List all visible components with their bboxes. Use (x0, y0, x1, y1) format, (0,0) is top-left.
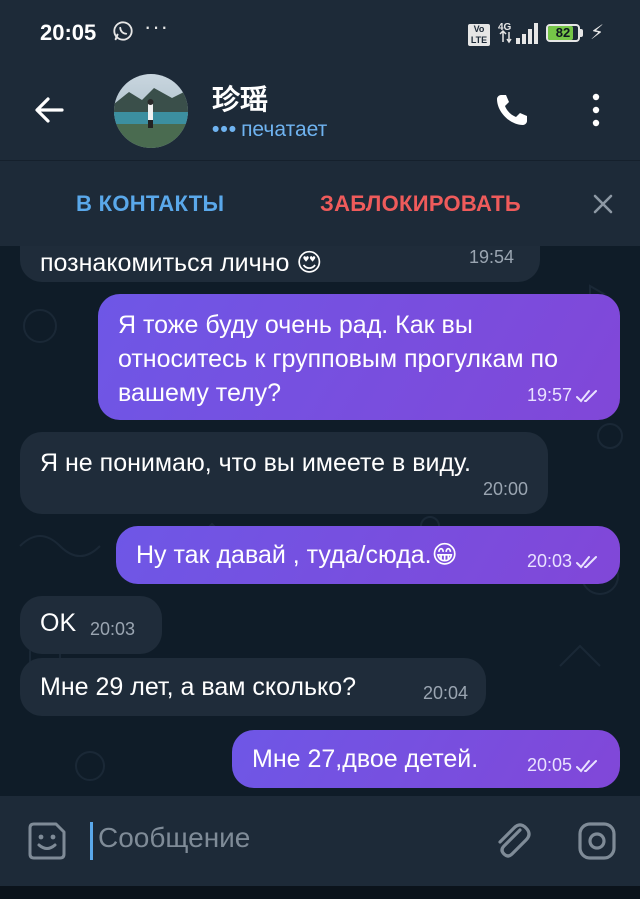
camera-icon[interactable] (576, 820, 618, 862)
message-outgoing[interactable]: Мне 27,двое детей. 20:05 (232, 730, 620, 788)
network-label: 4G (498, 22, 512, 33)
contact-name: 珍瑶 (212, 84, 269, 115)
message-time: 19:57 (526, 385, 572, 405)
whatsapp-icon (113, 21, 133, 41)
message-time: 20:00 (482, 479, 528, 499)
message-time: 20:03 (526, 551, 572, 571)
phone-icon[interactable] (492, 90, 532, 130)
typing-status: ••• печатает (212, 118, 327, 142)
volte-icon: Vo LTE (468, 24, 490, 46)
block-button[interactable]: ЗАБЛОКИРОВАТЬ (320, 191, 521, 217)
more-dots-icon: ··· (144, 14, 169, 39)
message-time: 20:05 (526, 755, 572, 775)
add-contact-button[interactable]: В КОНТАКТЫ (76, 191, 224, 217)
chat-area[interactable]: познакомиться лично 😍 19:54 Я тоже буду … (0, 246, 640, 796)
double-check-icon (576, 390, 597, 403)
emoji-sticker-icon[interactable] (26, 820, 68, 862)
system-navigation-bar (0, 886, 640, 899)
message-text: познакомиться лично 😍 (40, 249, 323, 277)
contact-action-bar: В КОНТАКТЫ ЗАБЛОКИРОВАТЬ (0, 160, 640, 247)
typing-label: печатает (241, 118, 328, 141)
battery-icon: 82 (546, 24, 586, 44)
message-input-bar: Сообщение (0, 796, 640, 886)
message-text: Я не понимаю, что вы имеете в виду. (40, 449, 471, 477)
status-time: 20:05 (40, 20, 97, 45)
message-incoming[interactable]: Мне 29 лет, а вам сколько? 20:04 (20, 658, 486, 716)
text-cursor (90, 822, 93, 860)
message-time: 20:03 (90, 619, 136, 639)
message-incoming[interactable]: познакомиться лично 😍 19:54 (20, 246, 540, 282)
battery-level: 82 (555, 25, 571, 40)
typing-dots: ••• (212, 118, 238, 141)
double-check-icon (576, 556, 597, 569)
message-incoming[interactable]: Я не понимаю, что вы имеете в виду. 20:0… (20, 432, 548, 514)
signal-icon: 4G (498, 22, 538, 44)
message-outgoing[interactable]: Я тоже буду очень рад. Как вы относитесь… (98, 294, 620, 420)
message-text: Мне 29 лет, а вам сколько? (40, 673, 357, 701)
status-bar: 20:05 ··· Vo LTE 4G 82 ⚡ (0, 0, 640, 64)
close-icon[interactable] (590, 191, 616, 217)
double-check-icon (576, 760, 597, 773)
back-arrow-icon[interactable] (28, 88, 72, 132)
chat-header: 珍瑶 ••• печатает (0, 64, 640, 160)
message-outgoing[interactable]: Ну так давай , туда/сюда.😁 20:03 (116, 526, 620, 584)
avatar[interactable] (114, 74, 188, 148)
attach-icon[interactable] (490, 818, 534, 862)
message-incoming[interactable]: OK 20:03 (20, 596, 162, 654)
more-vertical-icon[interactable] (586, 92, 606, 128)
charging-icon: ⚡ (590, 22, 605, 44)
message-input[interactable]: Сообщение (98, 822, 250, 854)
message-time: 19:54 (468, 247, 514, 267)
message-time: 20:04 (422, 683, 468, 703)
